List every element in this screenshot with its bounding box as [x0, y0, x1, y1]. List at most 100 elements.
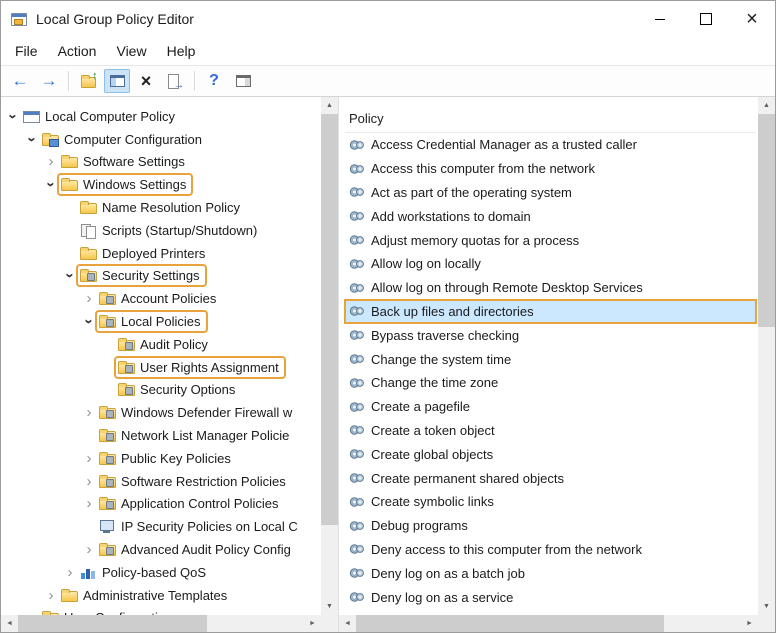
menu-file[interactable]: File	[5, 43, 48, 59]
chevron-icon[interactable]	[81, 405, 97, 420]
list-row-change-the-time-zone[interactable]: Change the time zone	[345, 371, 756, 395]
scrollbar-track[interactable]	[356, 615, 741, 632]
tree-item-user-rights-assignment[interactable]: User Rights Assignment	[1, 355, 321, 379]
list-row-allow-log-on-locally[interactable]: Allow log on locally	[345, 252, 756, 276]
chevron-icon[interactable]	[25, 131, 40, 147]
policy-column-header[interactable]: Policy	[345, 105, 756, 133]
chevron-icon[interactable]	[81, 542, 97, 557]
tree-item-label: Name Resolution Policy	[102, 200, 241, 216]
tree-item-scripts-startup-shutdown[interactable]: Scripts (Startup/Shutdown)	[1, 219, 321, 242]
tree-item-security-settings[interactable]: Security Settings	[1, 264, 321, 288]
menu-help[interactable]: Help	[157, 43, 206, 59]
menu-action[interactable]: Action	[48, 43, 107, 59]
list-row-access-credential-manager-as-a-trusted-caller[interactable]: Access Credential Manager as a trusted c…	[345, 133, 756, 157]
list-row-create-global-objects[interactable]: Create global objects	[345, 442, 756, 466]
tree-item-public-key-policies[interactable]: Public Key Policies	[1, 447, 321, 470]
tree-horizontal-scrollbar[interactable]	[1, 615, 321, 632]
chevron-icon[interactable]	[63, 268, 78, 284]
tree-item-user-configuration[interactable]: User Configuration	[1, 607, 321, 615]
tree-item-deployed-printers[interactable]: Deployed Printers	[1, 242, 321, 265]
chevron-icon[interactable]	[43, 588, 59, 603]
tree-item-advanced-audit-policy-config[interactable]: Advanced Audit Policy Config	[1, 538, 321, 561]
list-row-act-as-part-of-the-operating-system[interactable]: Act as part of the operating system	[345, 181, 756, 205]
list-row-deny-log-on-as-a-service[interactable]: Deny log on as a service	[345, 585, 756, 609]
scroll-up-icon[interactable]	[758, 97, 775, 114]
scrollbar-track[interactable]	[18, 615, 304, 632]
tree-item-software-settings[interactable]: Software Settings	[1, 151, 321, 174]
list-row-access-this-computer-from-the-network[interactable]: Access this computer from the network	[345, 157, 756, 181]
help-button[interactable]	[201, 69, 227, 93]
list-row-create-a-token-object[interactable]: Create a token object	[345, 419, 756, 443]
list-row-deny-log-on-as-a-batch-job[interactable]: Deny log on as a batch job	[345, 561, 756, 585]
export-list-button[interactable]	[162, 69, 188, 93]
tree-item-local-computer-policy[interactable]: Local Computer Policy	[1, 105, 321, 128]
scrollbar-thumb[interactable]	[18, 615, 207, 632]
chevron-icon[interactable]	[81, 291, 97, 306]
list-row-change-the-system-time[interactable]: Change the system time	[345, 347, 756, 371]
tree-item-policy-based-qos[interactable]: Policy-based QoS	[1, 561, 321, 584]
folder-lock-icon	[99, 406, 116, 420]
list-row-back-up-files-and-directories[interactable]: Back up files and directories	[344, 298, 757, 325]
close-button[interactable]	[729, 1, 775, 37]
chevron-icon[interactable]	[6, 108, 21, 124]
scrollbar-track[interactable]	[321, 114, 338, 598]
scroll-right-icon[interactable]	[304, 615, 321, 632]
scroll-left-icon[interactable]	[1, 615, 18, 632]
tree-item-application-control-policies[interactable]: Application Control Policies	[1, 493, 321, 516]
scroll-up-icon[interactable]	[321, 97, 338, 114]
tree-item-security-options[interactable]: Security Options	[1, 379, 321, 402]
scrollbar-thumb[interactable]	[321, 114, 338, 526]
tree-item-label: Public Key Policies	[121, 450, 231, 466]
scrollbar-thumb[interactable]	[758, 114, 775, 327]
tree-item-label: Administrative Templates	[83, 587, 228, 603]
tree-item-account-policies[interactable]: Account Policies	[1, 287, 321, 310]
menu-view[interactable]: View	[106, 43, 156, 59]
title-bar[interactable]: Local Group Policy Editor	[1, 1, 775, 37]
tree-item-software-restriction-policies[interactable]: Software Restriction Policies	[1, 470, 321, 493]
chevron-icon[interactable]	[81, 496, 97, 511]
tree-item-computer-configuration[interactable]: Computer Configuration	[1, 128, 321, 151]
maximize-button[interactable]	[683, 1, 729, 37]
forward-arrow-button[interactable]	[36, 69, 62, 93]
list-row-deny-access-to-this-computer-from-the-network[interactable]: Deny access to this computer from the ne…	[345, 538, 756, 562]
list-row-create-permanent-shared-objects[interactable]: Create permanent shared objects	[345, 466, 756, 490]
show-console-tree-button[interactable]	[104, 69, 130, 93]
tree-item-name-resolution-policy[interactable]: Name Resolution Policy	[1, 196, 321, 219]
tree-item-ip-security-policies-on-local-c[interactable]: IP Security Policies on Local C	[1, 515, 321, 538]
list-row-create-symbolic-links[interactable]: Create symbolic links	[345, 490, 756, 514]
scroll-left-icon[interactable]	[339, 615, 356, 632]
delete-button[interactable]	[133, 69, 159, 93]
tree-item-windows-defender-firewall-w[interactable]: Windows Defender Firewall w	[1, 401, 321, 424]
up-one-level-button[interactable]	[75, 69, 101, 93]
tree-item-local-policies[interactable]: Local Policies	[1, 310, 321, 334]
chevron-icon[interactable]	[82, 314, 97, 330]
list-row-bypass-traverse-checking[interactable]: Bypass traverse checking	[345, 323, 756, 347]
policy-icon	[349, 330, 364, 340]
folder-icon	[80, 201, 97, 215]
tree-item-audit-policy[interactable]: Audit Policy	[1, 333, 321, 356]
list-row-adjust-memory-quotas-for-a-process[interactable]: Adjust memory quotas for a process	[345, 228, 756, 252]
list-row-allow-log-on-through-remote-desktop-services[interactable]: Allow log on through Remote Desktop Serv…	[345, 276, 756, 300]
chevron-icon[interactable]	[44, 177, 59, 193]
tree-item-windows-settings[interactable]: Windows Settings	[1, 173, 321, 197]
chevron-icon[interactable]	[81, 451, 97, 466]
scroll-right-icon[interactable]	[741, 615, 758, 632]
scroll-down-icon[interactable]	[758, 598, 775, 615]
list-row-debug-programs[interactable]: Debug programs	[345, 514, 756, 538]
scrollbar-track[interactable]	[758, 114, 775, 598]
list-horizontal-scrollbar[interactable]	[339, 615, 758, 632]
tree-item-administrative-templates[interactable]: Administrative Templates	[1, 584, 321, 607]
scrollbar-thumb[interactable]	[356, 615, 664, 632]
back-arrow-button[interactable]	[7, 69, 33, 93]
tree-item-network-list-manager-policie[interactable]: Network List Manager Policie	[1, 424, 321, 447]
chevron-icon[interactable]	[62, 565, 78, 580]
chevron-icon[interactable]	[43, 154, 59, 169]
list-row-create-a-pagefile[interactable]: Create a pagefile	[345, 395, 756, 419]
action-pane-button[interactable]	[230, 69, 256, 93]
tree-vertical-scrollbar[interactable]	[321, 97, 338, 615]
chevron-icon[interactable]	[81, 474, 97, 489]
minimize-button[interactable]	[637, 1, 683, 37]
list-vertical-scrollbar[interactable]	[758, 97, 775, 615]
list-row-add-workstations-to-domain[interactable]: Add workstations to domain	[345, 204, 756, 228]
scroll-down-icon[interactable]	[321, 598, 338, 615]
